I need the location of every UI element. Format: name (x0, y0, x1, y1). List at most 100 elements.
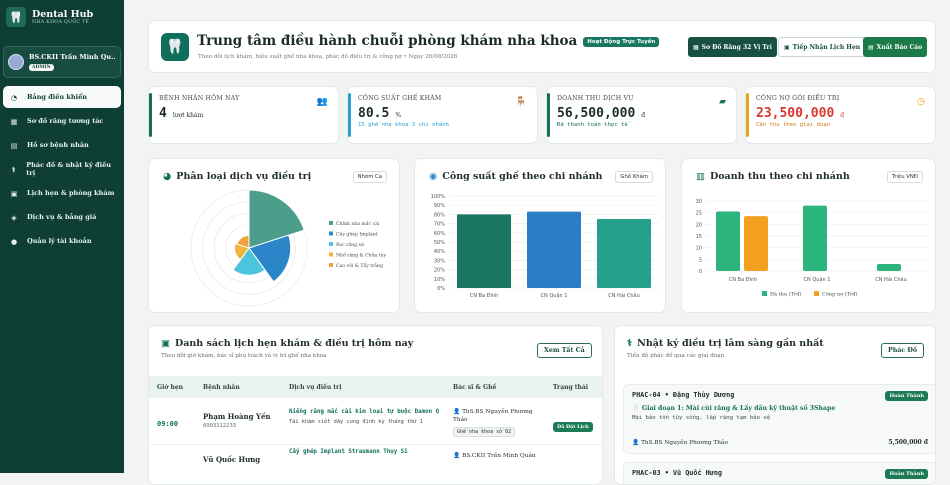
folder-icon: ▤ (10, 140, 18, 150)
sidebar-item-appointments[interactable]: ▣ Lịch hẹn & phòng khám (3, 182, 121, 204)
receive-appointment-button[interactable]: ▣ Tiếp Nhận Lịch Hẹn (778, 37, 867, 57)
service-chart-card: ◕ Phân loại dịch vụ điều trị Nhóm Ca Chỉn… (148, 158, 400, 313)
view-all-button[interactable]: Xem Tất Cả (537, 343, 592, 358)
column-header[interactable]: Trạng thái (545, 376, 602, 398)
y-tick-label: 20 (696, 222, 702, 228)
sidebar-item-label: Bảng điều khiển (27, 93, 87, 101)
stat-value-number: 4 (159, 106, 167, 121)
table-row[interactable]: Vũ Quốc Hưng Cấy ghép Implant Straumann … (149, 444, 602, 484)
user-icon: ● (10, 236, 18, 246)
appointments-subtitle: Theo dõi giờ khám, bác sĩ phụ trách và v… (161, 353, 327, 359)
tooth-map-button-label: Sơ Đồ Răng 32 Vị Trí (701, 43, 772, 51)
stat-value: 23,500,000 đ (756, 106, 925, 121)
treatment-plan-button[interactable]: Phác Đồ (881, 343, 925, 358)
legend-swatch (329, 242, 333, 246)
doctor-info: 👤 ThS.BS Nguyễn Phương Thảo (453, 408, 545, 424)
patient-icon: 👥 (316, 97, 328, 107)
y-tick-label: 30 (696, 199, 702, 205)
appointments-title-text: Danh sách lịch hẹn khám & điều trị hôm n… (174, 338, 414, 349)
column-header[interactable]: Dịch vụ điều trị (281, 376, 445, 398)
y-tick-label: 60% (434, 231, 445, 237)
log-item[interactable]: PHAC-04 • Đặng Thùy Dương Hoàn Thành 🦷 G… (623, 384, 935, 454)
log-item[interactable]: PHAC-03 • Vũ Quốc Hưng Hoàn Thành (623, 462, 935, 484)
x-tick-label: CN Quận 1 (804, 276, 831, 283)
export-report-button[interactable]: ▤ Xuất Báo Cáo (863, 37, 928, 57)
brand[interactable]: 🦷 Dental Hub NHA KHOA QUỐC TẾ (0, 0, 124, 34)
stat-value-number: 56,500,000 (557, 106, 636, 121)
user-card[interactable]: BS.CKII Trần Minh Qu... ADMIN (3, 46, 121, 78)
bar (597, 219, 651, 288)
sidebar-item-label: Quản lý tài khoản (27, 237, 92, 245)
stat-accent (149, 93, 152, 137)
y-tick-label: 25 (696, 211, 702, 217)
doctor-icon: 👤 (453, 452, 461, 459)
y-tick-label: 15 (696, 234, 702, 240)
sidebar-item-services[interactable]: ◈ Dịch vụ & bảng giá (3, 206, 121, 228)
column-header[interactable]: Bác sĩ & Ghế (445, 376, 545, 398)
page-title-text: Trung tâm điều hành chuỗi phòng khám nha… (197, 33, 578, 49)
y-tick-label: 0% (437, 286, 445, 292)
sidebar-item-label: Sơ đồ răng tương tác (27, 117, 104, 125)
column-header[interactable]: Giờ hẹn (149, 376, 195, 398)
sidebar-item-accounts[interactable]: ● Quản lý tài khoản (3, 230, 121, 252)
x-tick-label: CN Ba Đình (470, 292, 499, 299)
log-code: PHAC-03 • Vũ Quốc Hưng (632, 469, 723, 477)
capacity-bar-chart: 0% 10% 20% 30% 40% 50% 60% 70% 80% 90% 100% CN Ba Đ… (431, 194, 659, 299)
stat-footnote: 15 ghế nha khoa 3 chi nhánh (358, 122, 449, 128)
legend-label: Bọc răng sứ (336, 241, 365, 248)
y-tick-label: 40% (434, 249, 445, 255)
stat-patients-today: BỆNH NHÂN HÔM NAY 4 lượt khám 👥 (148, 86, 339, 144)
polar-area-chart: Chỉnh nha mắc cài Cấy ghép Implant Bọc răn… (190, 189, 387, 307)
stat-unit: lượt khám (172, 112, 204, 119)
legend-swatch (329, 263, 333, 267)
status-badge: Hoàn Thành (885, 469, 928, 479)
sidebar-item-label: Hồ sơ bệnh nhân (27, 141, 89, 149)
sidebar-item-treatment[interactable]: ⚕ Phác đồ & nhật ký điều trị (3, 158, 121, 180)
dental-chair-icon: 🪑 (515, 97, 527, 107)
y-tick-label: 10% (434, 277, 445, 283)
sidebar-item-patient-records[interactable]: ▤ Hồ sơ bệnh nhân (3, 134, 121, 156)
receive-appointment-label: Tiếp Nhận Lịch Hẹn (792, 43, 861, 51)
stat-accent (746, 93, 749, 137)
appointment-time: 09:00 (157, 420, 179, 428)
tooth-chart-icon: ▦ (10, 116, 18, 126)
capacity-chart-card: ◉ Công suất ghế theo chi nhánh Ghế Khám 0… (414, 158, 666, 313)
user-role-badge: ADMIN (29, 64, 54, 71)
stat-accent (348, 93, 351, 137)
calendar-plus-icon: ▣ (784, 43, 790, 51)
bar (716, 211, 740, 271)
sidebar-item-tooth-chart[interactable]: ▦ Sơ đồ răng tương tác (3, 110, 121, 132)
table-row[interactable]: 09:00 Phạm Hoàng Yến 0903112233 Niềng răn… (149, 398, 602, 445)
legend-swatch (329, 252, 333, 257)
stat-value: 80.5% (358, 106, 527, 121)
tooth-map-button[interactable]: ▦ Sơ Đồ Răng 32 Vị Trí (688, 37, 777, 57)
legend-swatch (814, 291, 819, 296)
stat-label: BỆNH NHÂN HÔM NAY (159, 95, 240, 102)
sidebar-item-dashboard[interactable]: ◔ Bảng điều khiển (3, 86, 121, 108)
stat-footnote: Cần thu theo giai đoạn (756, 122, 831, 128)
dashboard-icon: ◔ (10, 92, 18, 102)
sidebar-item-label: Phác đồ & nhật ký điều trị (26, 161, 111, 177)
tooth-icon: 🦷 (161, 33, 189, 61)
y-tick-label: 30% (434, 258, 445, 264)
appointments-table: Giờ hẹn Bệnh nhân Dịch vụ điều trị Bác s… (149, 376, 602, 484)
bar (527, 211, 581, 288)
stethoscope-icon: ⚕ (627, 338, 633, 349)
chair-tag: Ghế nha khoa số 02 (453, 427, 516, 437)
revenue-bar-chart: 0 5 10 15 20 25 30 CN Ba Đình CN Quận 1 CN Hải Ch… (696, 199, 928, 298)
y-tick-label: 50% (434, 240, 445, 246)
price-tag-icon: ◈ (11, 212, 17, 222)
y-tick-label: 0 (699, 269, 702, 275)
doctor-name: ThS.BS Nguyễn Phương Thảo (453, 409, 533, 423)
y-tick-label: 100% (431, 194, 446, 200)
stat-label: DOANH THU DỊCH VỤ (557, 95, 634, 102)
y-tick-label: 80% (434, 212, 445, 218)
stat-value: 4 lượt khám (159, 106, 328, 121)
stat-revenue: DOANH THU DỊCH VỤ 56,500,000 đ Đã thanh t… (546, 86, 737, 144)
x-tick-label: CN Hải Châu (608, 292, 640, 299)
stat-accent (547, 93, 550, 137)
doctor-icon: 👤 (632, 440, 640, 446)
log-stage: 🦷 Giai đoạn 1: Mài cùi răng & Lấy dấu kỹ… (632, 404, 928, 412)
status-badge: Hoạt Động Trực Tuyến (583, 36, 660, 47)
column-header[interactable]: Bệnh nhân (195, 376, 281, 398)
